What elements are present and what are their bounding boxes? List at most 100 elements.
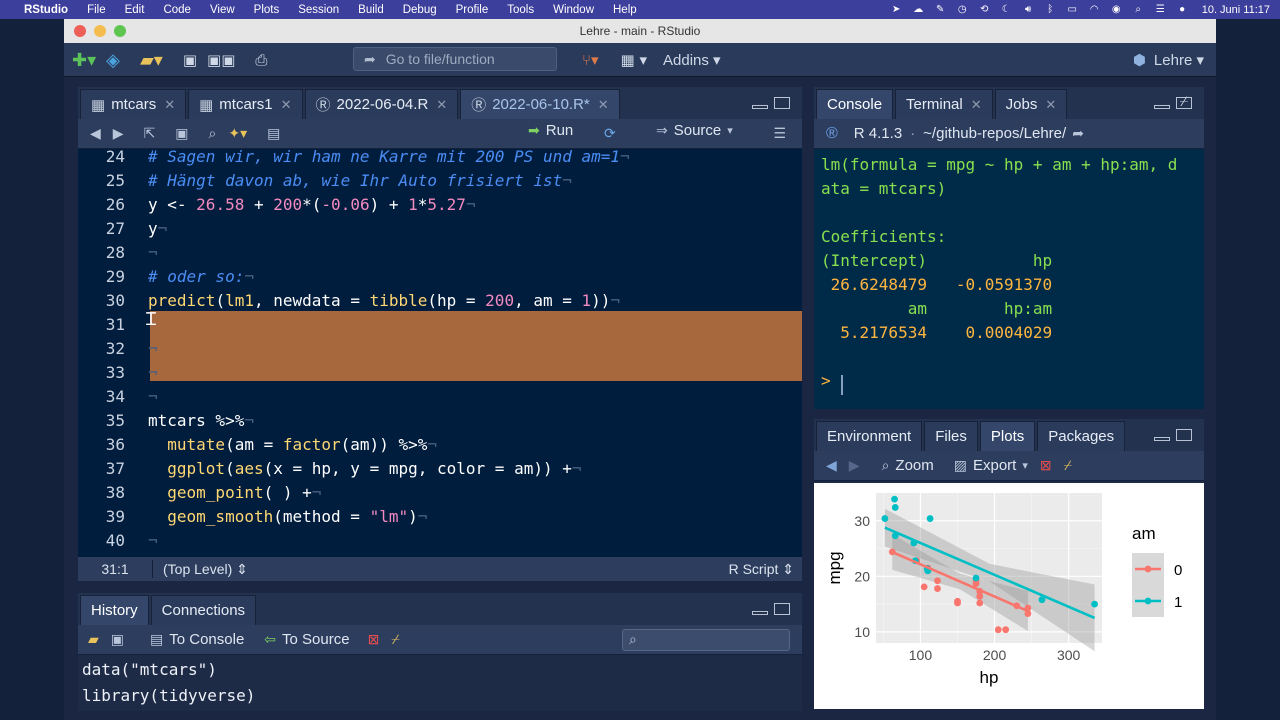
broom-icon[interactable]: ⌿: [391, 631, 399, 648]
menu-debug[interactable]: Debug: [403, 4, 437, 16]
close-icon[interactable]: ✕: [436, 97, 447, 113]
minimize-pane-button[interactable]: [752, 611, 768, 615]
code-line[interactable]: 31: [78, 313, 802, 337]
tab-mtcars[interactable]: ▦ mtcars ✕: [80, 89, 187, 119]
code-editor[interactable]: 24 # Sagen wir, wir ham ne Karre mit 200 …: [78, 149, 802, 557]
back-arrow-icon[interactable]: ◀: [90, 125, 101, 142]
scope-selector[interactable]: (Top Level) ⇕: [163, 561, 248, 578]
menu-code[interactable]: Code: [163, 4, 191, 16]
forward-arrow-icon[interactable]: ▶: [113, 125, 124, 142]
addins-menu[interactable]: Addins ▾: [663, 47, 721, 73]
code-line[interactable]: 32 ¬: [78, 337, 802, 361]
menu-window[interactable]: Window: [553, 4, 594, 16]
history-entry[interactable]: library(tidyverse): [82, 683, 255, 709]
find-icon[interactable]: ⌕: [209, 125, 217, 142]
console-output[interactable]: lm(formula = mpg ~ hp + am + hp:am, d ata…: [814, 149, 1204, 409]
cloud-icon[interactable]: ☁: [912, 4, 925, 15]
next-plot-icon[interactable]: ▶: [849, 457, 860, 474]
volume-icon[interactable]: 🔊︎: [1022, 4, 1035, 15]
menu-tools[interactable]: Tools: [507, 4, 534, 16]
file-type-selector[interactable]: R Script ⇕: [729, 561, 794, 578]
history-icon[interactable]: ◷: [956, 4, 969, 15]
menubar-datetime[interactable]: 10. Juni 11:17: [1202, 4, 1270, 16]
code-line[interactable]: 38 geom_point( ) +¬: [78, 481, 802, 505]
zoom-window-button[interactable]: [114, 25, 126, 37]
bluetooth-icon[interactable]: ᛒ: [1044, 4, 1057, 15]
tab-2022-06-10[interactable]: Ⓡ 2022-06-10.R* ✕: [460, 89, 620, 119]
compile-report-icon[interactable]: ▤: [267, 125, 280, 142]
remove-plot-icon[interactable]: ⊠: [1040, 457, 1052, 474]
code-line[interactable]: 29 # oder so:¬: [78, 265, 802, 289]
save-all-icon[interactable]: ▣▣: [207, 47, 235, 73]
print-icon[interactable]: ⎙: [255, 47, 267, 73]
save-icon[interactable]: ▣: [183, 47, 197, 73]
pen-icon[interactable]: ✎: [934, 4, 947, 15]
export-button[interactable]: ▨ Export ▾: [948, 457, 1034, 474]
outline-icon[interactable]: ☰: [773, 125, 786, 142]
control-center-icon[interactable]: ☰: [1154, 4, 1167, 15]
version-control-icon[interactable]: ⑂▾: [582, 47, 599, 73]
tab-mtcars1[interactable]: ▦ mtcars1 ✕: [188, 89, 303, 119]
code-line[interactable]: 25 # Hängt davon ab, wie Ihr Auto frisier…: [78, 169, 802, 193]
tab-console[interactable]: Console: [816, 89, 894, 119]
minimize-pane-button[interactable]: [752, 105, 768, 109]
open-folder-icon[interactable]: ▰: [88, 631, 99, 648]
tab-plots[interactable]: Plots: [979, 421, 1036, 451]
maximize-pane-button[interactable]: [774, 97, 790, 109]
new-file-icon[interactable]: ✚▾: [72, 47, 96, 73]
location-icon[interactable]: ➤: [890, 4, 903, 15]
close-icon[interactable]: ✕: [281, 97, 292, 113]
zoom-button[interactable]: ⌕ Zoom: [876, 457, 934, 474]
minimize-pane-button[interactable]: [1154, 105, 1170, 109]
code-line[interactable]: 26 y <- 26.58 + 200*(-0.06) + 1*5.27¬: [78, 193, 802, 217]
code-line[interactable]: 39 geom_smooth(method = "lm")¬: [78, 505, 802, 529]
goto-file-input[interactable]: ➦ Go to file/function: [353, 47, 557, 71]
grid-layout-icon[interactable]: ▦ ▾: [621, 47, 647, 73]
code-line[interactable]: 24 # Sagen wir, wir ham ne Karre mit 200 …: [78, 149, 802, 169]
show-in-window-icon[interactable]: ⇱: [144, 125, 156, 142]
search-icon[interactable]: ⌕: [1132, 4, 1145, 15]
tab-jobs[interactable]: Jobs ✕: [994, 89, 1068, 119]
code-line[interactable]: 36 mutate(am = factor(am)) %>%¬: [78, 433, 802, 457]
rerun-icon[interactable]: ⟳: [604, 125, 616, 142]
menu-app[interactable]: RStudio: [24, 4, 68, 16]
source-button[interactable]: ⇒ Source ▾: [650, 122, 739, 139]
history-entry[interactable]: data("mtcars"): [82, 657, 255, 683]
code-line[interactable]: 30 predict(lm1, newdata = tibble(hp = 200…: [78, 289, 802, 313]
minimize-window-button[interactable]: [94, 25, 106, 37]
battery-icon[interactable]: ▭: [1066, 4, 1079, 15]
user-icon[interactable]: ◉: [1110, 4, 1123, 15]
go-to-directory-icon[interactable]: ➦: [1072, 125, 1084, 142]
code-line[interactable]: 27 y¬: [78, 217, 802, 241]
menu-plots[interactable]: Plots: [254, 4, 280, 16]
menu-help[interactable]: Help: [613, 4, 637, 16]
tab-environment[interactable]: Environment: [816, 421, 923, 451]
remove-entry-icon[interactable]: ⊠: [368, 631, 380, 648]
moon-icon[interactable]: ☾: [1000, 4, 1013, 15]
maximize-pane-button[interactable]: [774, 603, 790, 615]
code-line[interactable]: 33 ¬: [78, 361, 802, 385]
menu-view[interactable]: View: [210, 4, 235, 16]
menu-build[interactable]: Build: [358, 4, 384, 16]
previous-plot-icon[interactable]: ◀: [826, 457, 837, 474]
siri-icon[interactable]: ●: [1176, 4, 1189, 15]
menu-edit[interactable]: Edit: [125, 4, 145, 16]
close-icon[interactable]: ✕: [1045, 97, 1056, 113]
save-icon[interactable]: ▣: [111, 631, 124, 648]
broom-icon[interactable]: ⌿: [1064, 457, 1072, 474]
project-menu[interactable]: Lehre ▾: [1154, 47, 1204, 73]
broom-icon[interactable]: ⌿: [1180, 93, 1188, 110]
run-button[interactable]: ➡ Run: [522, 122, 573, 139]
code-line[interactable]: 40 ¬: [78, 529, 802, 553]
to-source-button[interactable]: ⇦ To Source: [258, 631, 349, 648]
to-console-button[interactable]: ▤ To Console: [144, 631, 244, 648]
menu-profile[interactable]: Profile: [456, 4, 489, 16]
close-icon[interactable]: ✕: [164, 97, 175, 113]
tab-files[interactable]: Files: [924, 421, 978, 451]
tab-packages[interactable]: Packages: [1037, 421, 1126, 451]
close-window-button[interactable]: [74, 25, 86, 37]
time-machine-icon[interactable]: ⟲: [978, 4, 991, 15]
plot-viewer[interactable]: 100 200 300 10 20 30 hp mpg am 0 1: [814, 483, 1204, 709]
maximize-pane-button[interactable]: [1176, 429, 1192, 441]
wifi-icon[interactable]: ◠: [1088, 4, 1101, 15]
